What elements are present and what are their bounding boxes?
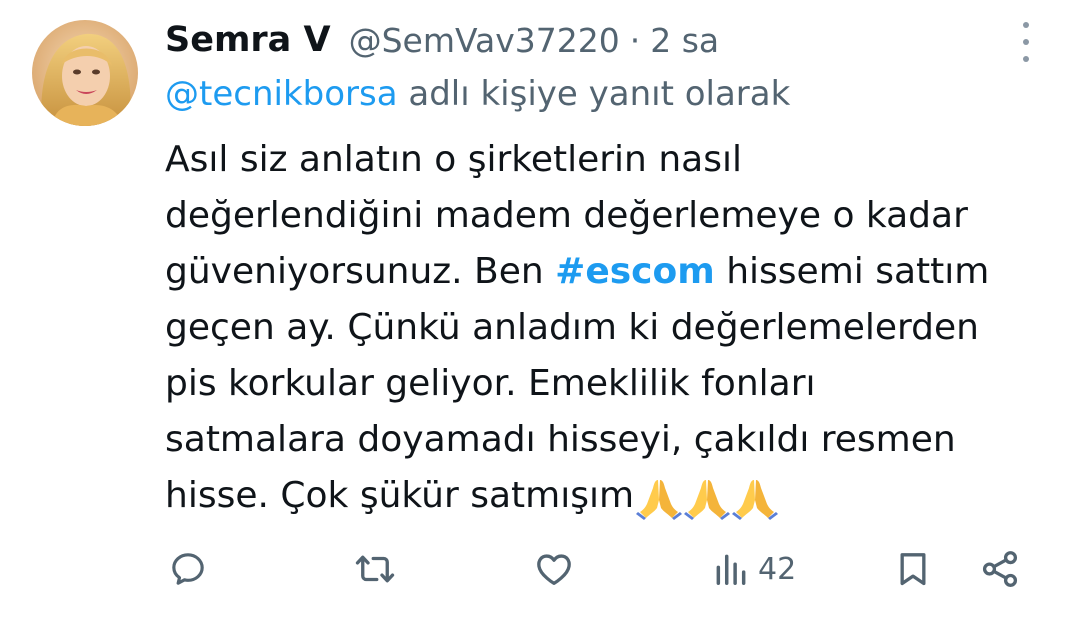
- folded-hands-icon: [684, 480, 731, 520]
- author-display-name[interactable]: Semra V: [165, 20, 331, 60]
- views-count: 42: [758, 551, 797, 587]
- hashtag-link[interactable]: #escom: [555, 251, 715, 292]
- more-options-button[interactable]: [1014, 22, 1038, 62]
- tweet-body: Asıl siz anlatın o şirketlerin nasıl değ…: [165, 132, 1045, 524]
- reply-to-suffix: adlı kişiye yanıt olarak: [397, 74, 791, 114]
- more-dot-icon: [1023, 39, 1029, 45]
- tweet-text-line: geçen ay. Çünkü anladım ki değerlemelerd…: [165, 307, 979, 348]
- tweet-text-line: hisse. Çok şükür satmışım: [165, 468, 1045, 524]
- folded-hands-icon: [732, 480, 779, 520]
- tweet-action-bar: 42: [0, 543, 1074, 595]
- folded-hands-icon: [636, 480, 683, 520]
- tweet-text-segment: güveniyorsunuz. Ben: [165, 251, 556, 292]
- retweet-button[interactable]: [354, 543, 396, 595]
- views-chart-icon: [716, 554, 746, 585]
- tweet-timestamp[interactable]: 2 sa: [650, 21, 719, 60]
- share-icon: [982, 551, 1018, 587]
- share-button[interactable]: [979, 543, 1021, 595]
- separator-dot: ·: [629, 20, 641, 60]
- tweet-text-line: satmalara doyamadı hisseyi, çakıldı resm…: [165, 419, 956, 460]
- tweet-text-segment: hissemi sattım: [714, 251, 990, 292]
- tweet-text-line: güveniyorsunuz. Ben #escom hissemi sattı…: [165, 244, 1045, 300]
- emoji-group: [636, 474, 780, 520]
- tweet-text-line: değerlendiğini madem değerlemeye o kadar: [165, 195, 968, 236]
- reply-button[interactable]: [168, 543, 208, 595]
- reply-icon: [172, 553, 204, 585]
- more-dot-icon: [1023, 22, 1029, 28]
- reply-mention-link[interactable]: @tecnikborsa: [165, 74, 398, 114]
- replying-to-line: @tecnikborsa adlı kişiye yanıt olarak: [165, 74, 790, 114]
- bookmark-button[interactable]: [893, 543, 933, 595]
- views-button[interactable]: 42: [712, 543, 796, 595]
- tweet-text-segment: hisse. Çok şükür satmışım: [165, 475, 635, 516]
- more-dot-icon: [1023, 56, 1029, 62]
- heart-icon: [537, 554, 571, 586]
- bookmark-icon: [900, 553, 926, 586]
- avatar-image: [32, 20, 138, 126]
- tweet-text-line: pis korkular geliyor. Emeklilik fonları: [165, 363, 816, 404]
- tweet[interactable]: Semra V @SemVav37220 · 2 sa @tecnikborsa…: [0, 0, 1074, 618]
- retweet-icon: [355, 555, 395, 583]
- author-handle[interactable]: @SemVav37220: [349, 21, 620, 60]
- tweet-header: Semra V @SemVav37220 · 2 sa: [165, 16, 719, 64]
- tweet-text-line: Asıl siz anlatın o şirketlerin nasıl: [165, 139, 742, 180]
- like-button[interactable]: [533, 543, 575, 595]
- avatar[interactable]: [32, 20, 138, 126]
